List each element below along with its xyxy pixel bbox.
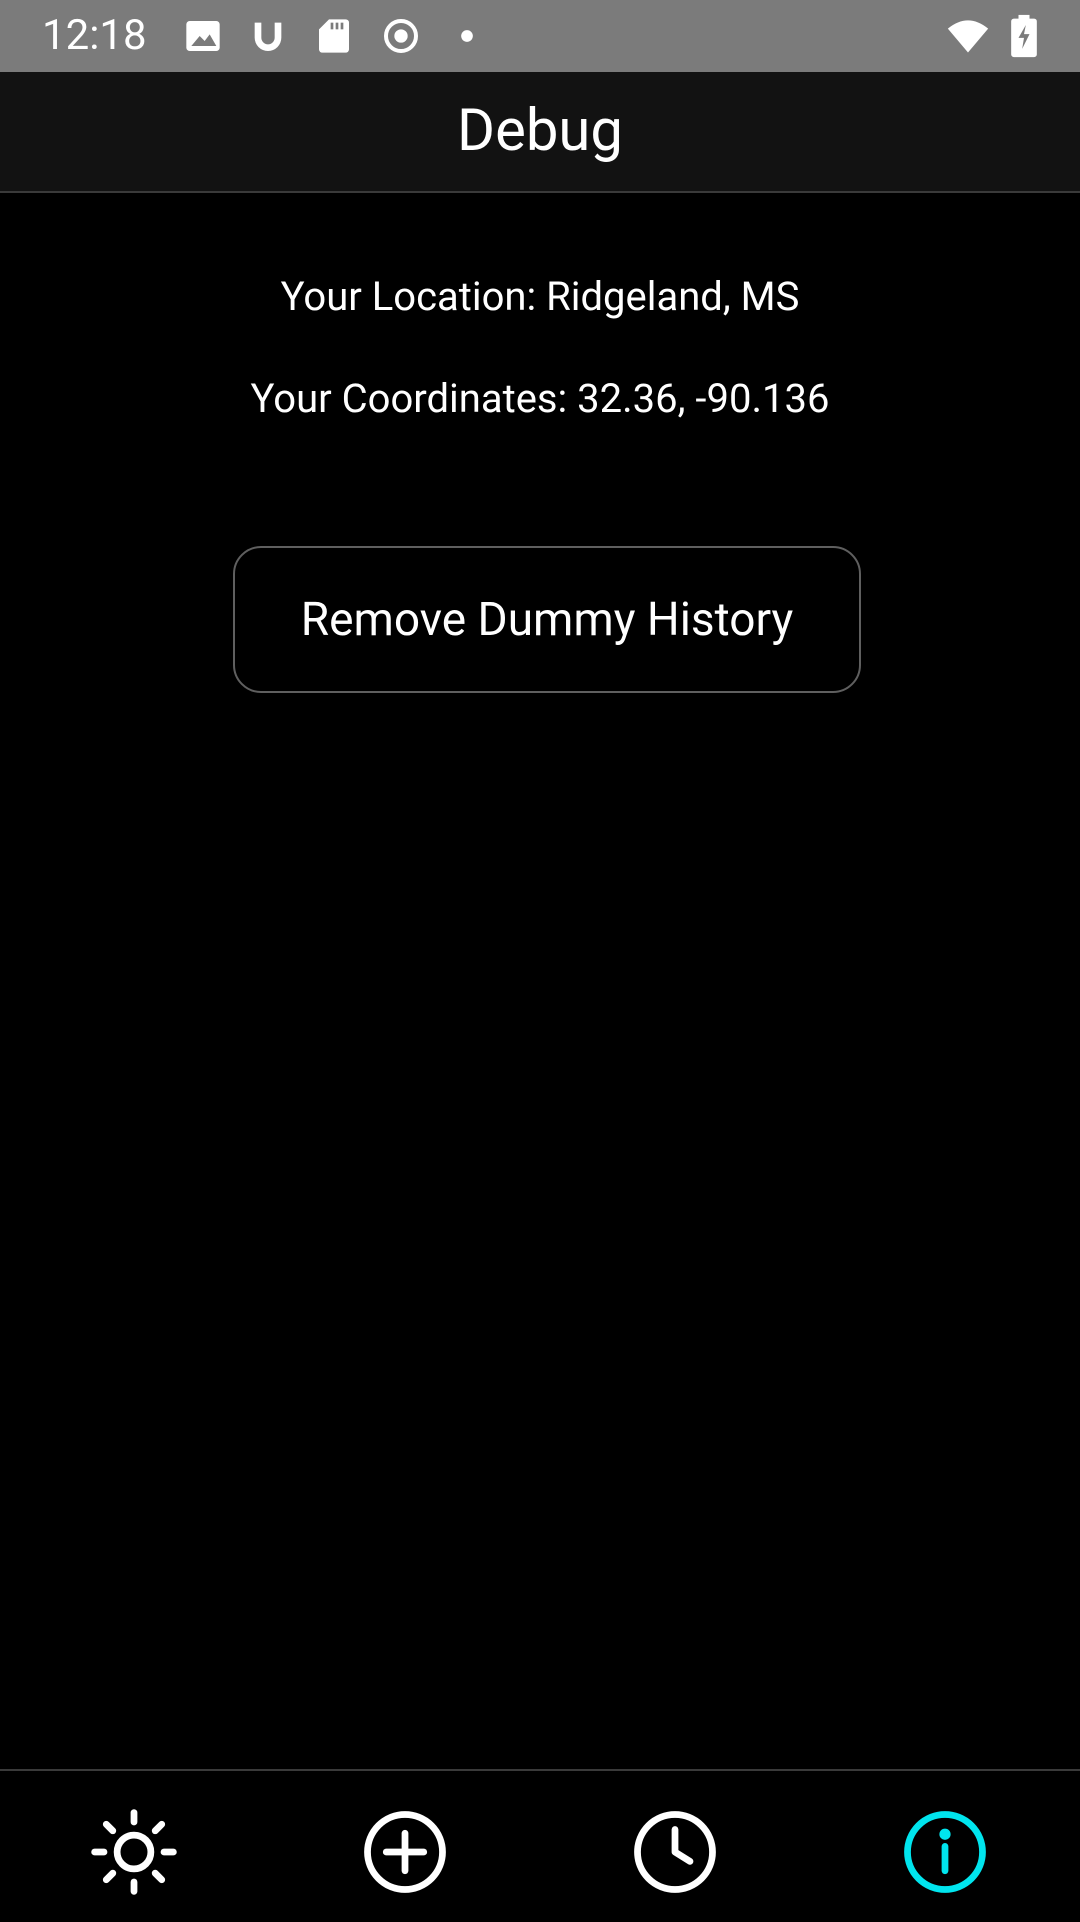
status-time: 12:18 <box>42 11 147 60</box>
location-text: Your Location: Ridgeland, MS <box>280 273 800 320</box>
status-bar: 12:18 <box>0 0 1080 72</box>
image-icon <box>186 21 220 51</box>
magnet-icon <box>254 22 282 51</box>
dot-icon <box>461 30 473 42</box>
sd-card-icon <box>319 19 349 53</box>
main-content: Your Location: Ridgeland, MS Your Coordi… <box>0 193 1080 1769</box>
nav-sun-button[interactable] <box>89 1807 179 1897</box>
page-title: Debug <box>457 97 623 165</box>
app-bar: Debug <box>0 72 1080 193</box>
info-icon <box>904 1811 986 1893</box>
nav-add-button[interactable] <box>360 1807 450 1897</box>
nav-history-button[interactable] <box>630 1807 720 1897</box>
nav-info-button[interactable] <box>900 1807 990 1897</box>
record-icon <box>384 19 418 53</box>
battery-charging-icon <box>1011 14 1037 58</box>
bottom-nav <box>0 1769 1080 1922</box>
clock-icon <box>634 1811 716 1893</box>
wifi-icon <box>947 20 989 53</box>
coordinates-text: Your Coordinates: 32.36, -90.136 <box>250 375 830 422</box>
remove-dummy-history-label: Remove Dummy History <box>300 592 794 647</box>
sun-icon <box>91 1809 177 1895</box>
remove-dummy-history-button[interactable]: Remove Dummy History <box>233 546 861 693</box>
add-circle-icon <box>364 1811 446 1893</box>
